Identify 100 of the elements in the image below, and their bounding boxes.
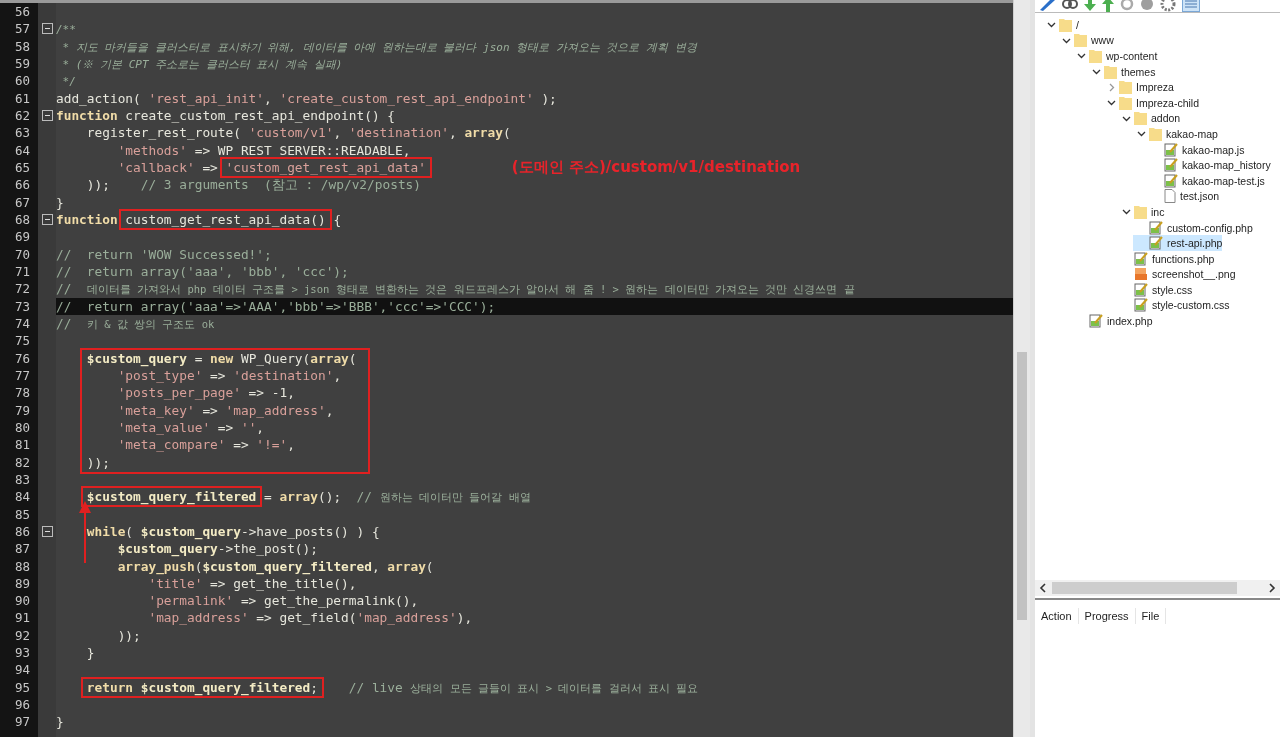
- line-number: 65: [14, 159, 30, 175]
- code-line: 'meta_value' => '',: [116, 419, 265, 435]
- tree-item[interactable]: functions.php: [1118, 250, 1215, 267]
- line-number: 95: [14, 679, 30, 695]
- code-line: register_rest_route( 'custom/v1', 'destination', array(: [85, 125, 511, 141]
- edit-file-icon: [1164, 158, 1178, 173]
- upload-icon[interactable]: [1102, 0, 1114, 12]
- tree-item[interactable]: rest-api.php: [1133, 235, 1223, 251]
- line-number: 56: [14, 4, 30, 19]
- line-number: 75: [14, 333, 30, 349]
- scrollbar[interactable]: [1035, 580, 1280, 596]
- line-number: 59: [14, 56, 30, 71]
- line-number: 67: [14, 194, 30, 210]
- code-text: 'callback' =>: [116, 159, 219, 175]
- code-text: // live 상태의 모든 글들이 표시 > 데이터를 걸러서 표시 필요: [347, 679, 699, 695]
- scrollbar[interactable]: [1013, 0, 1030, 737]
- tree-item[interactable]: style.css: [1118, 282, 1193, 298]
- chevron-down-icon[interactable]: [1121, 207, 1131, 217]
- line-number: 78: [14, 385, 30, 401]
- line-number: 96: [14, 697, 30, 713]
- code-line: // return array('aaa', 'bbb', 'ccc');: [56, 263, 349, 279]
- line-number: 76: [14, 350, 30, 366]
- line-number: 83: [14, 471, 30, 487]
- tree-item[interactable]: www: [1058, 32, 1114, 49]
- line-number: 74: [14, 315, 30, 331]
- line-number: 91: [14, 610, 30, 626]
- line-number: 73: [14, 298, 30, 314]
- scrollbar-thumb[interactable]: [1052, 582, 1237, 594]
- line-number: 81: [14, 437, 30, 453]
- folder-icon: [1134, 204, 1147, 219]
- code-line: }: [56, 194, 64, 210]
- folder-icon: [1104, 64, 1117, 79]
- code-line: function create_custom_rest_api_endpoint() {: [56, 107, 395, 123]
- code-line: }: [56, 714, 64, 730]
- annotation-box: 'custom_get_rest_api_data': [221, 158, 430, 176]
- line-number: 57: [14, 21, 30, 37]
- code-line: 'meta_compare' => '!=',: [116, 437, 295, 453]
- tree-item[interactable]: Impreza: [1103, 79, 1174, 95]
- fold-icon[interactable]: [41, 214, 53, 226]
- tree-item[interactable]: Impreza-child: [1103, 94, 1200, 111]
- tree-item[interactable]: inc: [1118, 204, 1165, 220]
- fold-icon[interactable]: [41, 23, 53, 35]
- code-line: * 지도 마커들을 클러스터로 표시하기 위해, 데이터를 아예 원하는대로 불러다 json 형태로 가져오는 것으로 계획 변경: [61, 39, 697, 54]
- tree-item[interactable]: custom-config.php: [1133, 219, 1253, 236]
- line-number: 92: [14, 627, 30, 643]
- tree-item[interactable]: kakao-map_history: [1148, 157, 1271, 173]
- tree-item[interactable]: screenshot__.png: [1118, 266, 1236, 283]
- scroll-right-icon[interactable]: [1267, 583, 1277, 593]
- line-number: 90: [14, 593, 30, 609]
- code-line: 'map_address' => get_field('map_address'),: [147, 610, 473, 626]
- line-number: 97: [14, 714, 30, 730]
- tree-item[interactable]: kakao-map: [1133, 126, 1218, 142]
- tree-item[interactable]: kakao-map.js: [1148, 141, 1245, 158]
- scroll-left-icon[interactable]: [1038, 583, 1048, 593]
- tree-item[interactable]: addon: [1118, 110, 1181, 127]
- code-editor[interactable]: [0, 0, 1013, 737]
- tree-item[interactable]: test.json: [1148, 188, 1220, 205]
- download-icon[interactable]: [1084, 0, 1096, 12]
- code-line: $custom_query = new WP_Query(array(: [85, 350, 357, 366]
- pen-icon[interactable]: [1038, 0, 1056, 12]
- line-number: 63: [14, 125, 30, 141]
- tree-item[interactable]: index.php: [1073, 313, 1153, 329]
- link-icon[interactable]: [1062, 0, 1078, 12]
- line-number: 77: [14, 367, 30, 383]
- annotation-text: (도메인 주소)/custom/v1/destination: [511, 157, 801, 176]
- code-line: 'post_type' => 'destination',: [116, 367, 342, 383]
- tree-item[interactable]: kakao-map-test.js: [1148, 172, 1265, 189]
- folder-icon: [1134, 111, 1147, 126]
- fold-icon[interactable]: [41, 110, 53, 122]
- code-line: ));: [116, 627, 141, 643]
- line-number: 94: [14, 662, 30, 678]
- annotation-box: custom_get_rest_api_data(): [121, 210, 330, 228]
- edit-file-icon: [1134, 251, 1148, 266]
- code-line: 'methods' => WP_REST_SERVER::READABLE,: [116, 142, 411, 158]
- line-number: 84: [14, 489, 30, 505]
- column-header[interactable]: Progress: [1078, 608, 1136, 624]
- annotation-box: $custom_query_filtered: [82, 488, 261, 506]
- line-number: 79: [14, 402, 30, 418]
- fold-icon[interactable]: [41, 526, 53, 537]
- edit-file-icon: [1134, 298, 1148, 313]
- scrollbar-thumb[interactable]: [1017, 352, 1027, 620]
- folder-icon: [1059, 17, 1072, 32]
- line-number: 62: [14, 107, 30, 123]
- code-line: * (※ 기본 CPT 주소로는 클러스터 표시 계속 실패): [61, 57, 343, 71]
- code-line: /**: [56, 22, 76, 37]
- code-text: {: [332, 211, 342, 227]
- code-line: array_push($custom_query_filtered, array(: [116, 558, 434, 574]
- edit-file-icon: [1149, 220, 1163, 235]
- tree-item[interactable]: /: [1043, 17, 1079, 33]
- column-header[interactable]: Action: [1035, 608, 1079, 624]
- tree-item[interactable]: wp-content: [1073, 48, 1158, 64]
- column-header[interactable]: File: [1135, 608, 1167, 624]
- tree-item[interactable]: style-custom.css: [1118, 297, 1230, 314]
- edit-file-icon: [1149, 236, 1163, 251]
- code-text: function: [56, 211, 119, 227]
- stop-icon[interactable]: [1140, 0, 1154, 12]
- tree-item[interactable]: themes: [1088, 63, 1156, 80]
- code-text: = array(); // 원하는 데이터만 들어갈 배열: [263, 489, 531, 505]
- folder-icon: [1074, 33, 1087, 48]
- code-line: )); // 3 arguments (참고 : /wp/v2/posts): [85, 177, 421, 193]
